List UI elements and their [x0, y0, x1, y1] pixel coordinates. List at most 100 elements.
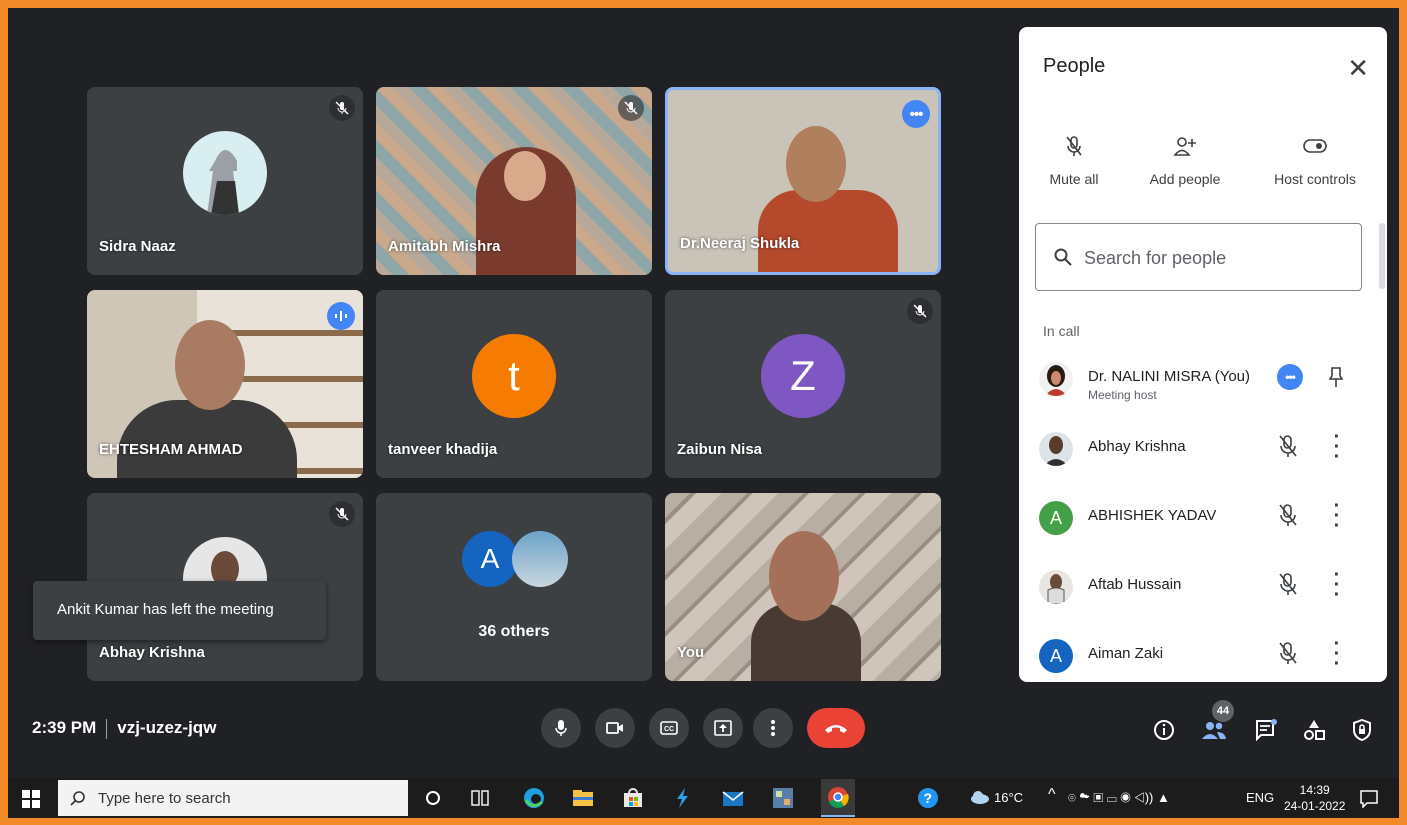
- participant-row[interactable]: Aftab Hussain · · ·: [1019, 560, 1387, 620]
- notification-toast: Ankit Kumar has left the meeting: [33, 581, 326, 640]
- visual-studio-icon[interactable]: [670, 786, 694, 810]
- more-options-button[interactable]: [753, 708, 793, 748]
- muted-mic-icon[interactable]: [1277, 434, 1299, 463]
- close-icon[interactable]: ✕: [1347, 53, 1369, 84]
- video-feed-face: [504, 151, 546, 201]
- notifications-icon[interactable]: [1360, 790, 1378, 813]
- people-panel: People ✕ Mute all Add people Host contro…: [1019, 27, 1387, 682]
- photos-icon[interactable]: [771, 786, 795, 810]
- participant-tile[interactable]: You: [665, 493, 941, 681]
- avatar: [1039, 362, 1073, 396]
- participant-tile[interactable]: A 36 others: [376, 493, 652, 681]
- participant-tile[interactable]: t tanveer khadija: [376, 290, 652, 478]
- chat-icon: [1256, 719, 1277, 741]
- participant-count-badge: 44: [1212, 700, 1234, 722]
- captions-button[interactable]: CC: [649, 708, 689, 748]
- tray-icons[interactable]: ⌾ ☁ ▣ ▭ ◉ ◁)) ▲: [1068, 790, 1170, 806]
- meeting-code[interactable]: vzj-uzez-jqw: [117, 718, 216, 737]
- participant-tile[interactable]: Sidra Naaz: [87, 87, 363, 275]
- chat-button[interactable]: [1252, 716, 1280, 744]
- divider: [106, 718, 108, 739]
- mail-icon[interactable]: [721, 786, 745, 810]
- host-controls-button[interactable]: Host controls: [1265, 131, 1365, 187]
- task-view-icon[interactable]: [468, 786, 492, 810]
- more-options-icon[interactable]: •••: [902, 100, 930, 128]
- store-icon[interactable]: [621, 786, 645, 810]
- camera-button[interactable]: [595, 708, 635, 748]
- taskbar: Type here to search ? 16°C ^ ⌾ ☁ ▣ ▭ ◉ ◁…: [8, 778, 1399, 818]
- participant-name: Dr. NALINI MISRA (You): [1088, 368, 1250, 385]
- windows-start-icon[interactable]: [22, 790, 40, 808]
- help-icon[interactable]: ?: [916, 786, 940, 810]
- more-options-icon[interactable]: · · ·: [1331, 565, 1343, 605]
- more-options-icon: [771, 720, 775, 736]
- language-indicator[interactable]: ENG: [1246, 790, 1274, 805]
- pin-icon[interactable]: [1328, 366, 1344, 393]
- show-hidden-icons-icon[interactable]: ^: [1048, 786, 1056, 804]
- participant-tile[interactable]: Z Zaibun Nisa: [665, 290, 941, 478]
- search-input[interactable]: Search for people: [1035, 223, 1362, 291]
- avatar: [1039, 570, 1073, 604]
- muted-mic-icon[interactable]: [1277, 641, 1299, 670]
- more-options-icon[interactable]: · · ·: [1331, 634, 1343, 674]
- avatar: [183, 131, 267, 215]
- info-icon: [1154, 720, 1174, 740]
- mute-all-button[interactable]: Mute all: [1039, 131, 1109, 187]
- activities-button[interactable]: [1300, 716, 1328, 744]
- lock-icon: [1353, 719, 1371, 741]
- camera-icon: [606, 722, 623, 734]
- avatar: Z: [761, 334, 845, 418]
- scrollbar[interactable]: [1379, 223, 1385, 289]
- people-icon: [1202, 722, 1226, 739]
- weather-icon[interactable]: [970, 790, 990, 809]
- participant-name: 36 others: [478, 623, 550, 640]
- video-feed-person: [117, 400, 297, 478]
- avatar: A: [1039, 501, 1073, 535]
- video-feed-person: [758, 190, 898, 272]
- file-explorer-icon[interactable]: [571, 786, 595, 810]
- info-button[interactable]: [1150, 716, 1178, 744]
- more-options-icon[interactable]: · · ·: [1331, 496, 1343, 536]
- participant-row[interactable]: Abhay Krishna · · ·: [1019, 422, 1387, 482]
- add-people-button[interactable]: Add people: [1141, 131, 1229, 187]
- participant-tile[interactable]: EHTESHAM AHMAD: [87, 290, 363, 478]
- avatar: A: [462, 531, 518, 587]
- participant-name: Aftab Hussain: [1088, 576, 1182, 593]
- participant-name: Amitabh Mishra: [388, 238, 501, 255]
- taskbar-search-placeholder: Type here to search: [98, 789, 231, 807]
- more-options-icon[interactable]: •••: [1277, 364, 1303, 390]
- clock-time: 14:39: [1299, 783, 1330, 797]
- toggle-icon: [1265, 131, 1365, 161]
- participant-tile[interactable]: ••• Dr.Neeraj Shukla: [665, 87, 941, 275]
- svg-text:?: ?: [924, 790, 933, 806]
- participant-row[interactable]: A ABHISHEK YADAV · · ·: [1019, 491, 1387, 551]
- present-button[interactable]: [703, 708, 743, 748]
- panel-title: People: [1043, 55, 1106, 77]
- chrome-icon[interactable]: [821, 779, 855, 817]
- avatar: A: [1039, 639, 1073, 673]
- video-feed-face: [769, 531, 839, 621]
- participant-row[interactable]: A Aiman Zaki · · ·: [1019, 629, 1387, 682]
- participant-tile[interactable]: Amitabh Mishra: [376, 87, 652, 275]
- activities-icon: [1304, 720, 1325, 740]
- participant-name: You: [677, 644, 705, 661]
- participant-name: EHTESHAM AHMAD: [99, 441, 243, 458]
- avatar: [1039, 432, 1073, 466]
- weather-temp[interactable]: 16°C: [994, 790, 1023, 805]
- captions-icon: CC: [660, 721, 678, 735]
- host-controls-button[interactable]: [1348, 716, 1376, 744]
- taskbar-search-input[interactable]: Type here to search: [58, 780, 408, 816]
- muted-mic-icon[interactable]: [1277, 503, 1299, 532]
- more-options-icon[interactable]: · · ·: [1331, 427, 1343, 467]
- mic-button[interactable]: [541, 708, 581, 748]
- taskbar-clock[interactable]: 14:39 24-01-2022: [1284, 782, 1345, 814]
- avatar: t: [472, 334, 556, 418]
- mute-all-label: Mute all: [1049, 171, 1099, 187]
- cortana-icon[interactable]: [421, 786, 445, 810]
- muted-mic-icon[interactable]: [1277, 572, 1299, 601]
- edge-icon[interactable]: [522, 786, 546, 810]
- participant-row[interactable]: Dr. NALINI MISRA (You) Meeting host •••: [1019, 352, 1387, 412]
- participant-name: ABHISHEK YADAV: [1088, 507, 1217, 524]
- end-call-button[interactable]: [807, 708, 865, 748]
- participant-name: Abhay Krishna: [1088, 438, 1186, 455]
